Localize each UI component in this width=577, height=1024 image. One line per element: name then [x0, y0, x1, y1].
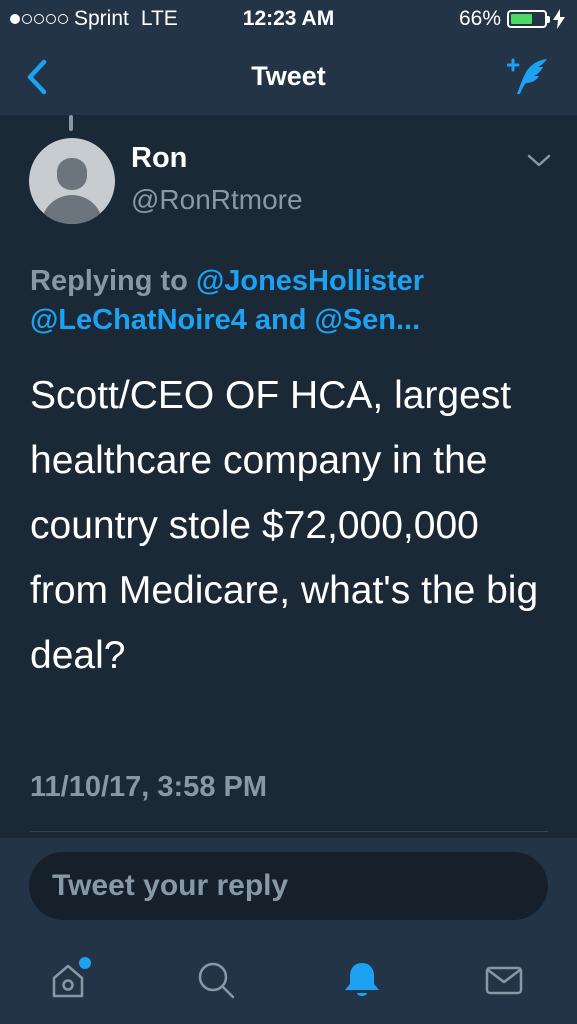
mention-link[interactable]: @LeChatNoire4	[30, 304, 247, 336]
page-title: Tweet	[251, 61, 326, 91]
reply-input[interactable]	[29, 852, 548, 920]
bell-icon	[345, 963, 379, 996]
replying-and: and	[254, 304, 307, 336]
status-left: Sprint LTE	[10, 7, 178, 31]
user-handle[interactable]: @RonRtmore	[131, 184, 303, 216]
status-bar: Sprint LTE 12:23 AM 66%	[0, 0, 577, 38]
avatar[interactable]	[29, 138, 115, 224]
carrier-name: Sprint	[74, 7, 129, 30]
mention-link[interactable]: @JonesHollister	[196, 265, 424, 297]
battery-icon	[507, 10, 550, 28]
replying-prefix: Replying to	[30, 265, 188, 297]
tweet-timestamp: 11/10/17, 3:58 PM	[30, 771, 267, 803]
signal-strength-icon	[10, 14, 68, 24]
thread-line	[69, 115, 73, 131]
tab-home[interactable]	[42, 954, 98, 1006]
nav-bar: Tweet	[0, 38, 577, 115]
tab-notifications[interactable]	[334, 954, 390, 1006]
search-icon	[198, 962, 235, 999]
replying-to: Replying to @JonesHollister @LeChatNoire…	[30, 262, 550, 340]
user-display-name[interactable]: Ron	[131, 142, 187, 175]
tab-search[interactable]	[188, 954, 244, 1006]
tab-messages[interactable]	[476, 954, 532, 1006]
charging-bolt-icon	[553, 9, 565, 29]
back-button[interactable]	[22, 58, 52, 96]
mention-link[interactable]: @Sen...	[315, 304, 421, 336]
envelope-icon	[485, 966, 523, 995]
compose-tweet-button[interactable]	[507, 56, 551, 98]
reply-bar	[0, 838, 577, 934]
chevron-down-icon[interactable]	[526, 153, 552, 169]
network-type: LTE	[140, 7, 178, 30]
tab-bar	[0, 934, 577, 1024]
battery-percent: 66%	[458, 7, 501, 30]
divider	[30, 831, 548, 832]
status-right: 66%	[459, 7, 565, 31]
notification-badge	[79, 957, 91, 969]
tweet-text: Scott/CEO OF HCA, largest healthcare com…	[30, 374, 539, 677]
